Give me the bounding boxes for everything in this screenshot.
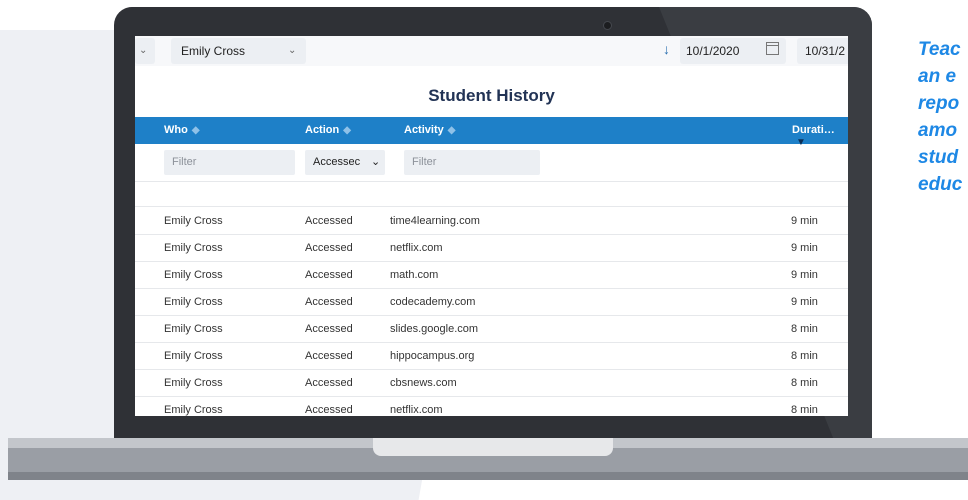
cell-action: Accessed — [305, 404, 353, 416]
table-row[interactable]: Emily Cross Accessed netflix.com 8 min — [135, 396, 848, 416]
cell-duration: 9 min — [791, 215, 818, 227]
cell-action: Accessed — [305, 215, 353, 227]
cell-action: Accessed — [305, 350, 353, 362]
table-row[interactable]: Emily Cross Accessed codecademy.com 9 min — [135, 288, 848, 316]
caption-line: amo — [918, 120, 958, 141]
calendar-icon[interactable] — [766, 42, 779, 55]
column-label: Durati… — [792, 124, 835, 136]
start-date-value: 10/1/2020 — [686, 44, 740, 58]
cell-activity: math.com — [390, 269, 439, 281]
cell-who: Emily Cross — [164, 296, 223, 308]
camera-icon — [603, 21, 612, 30]
filter-placeholder: Filter — [412, 156, 437, 168]
column-label: Activity — [404, 124, 444, 136]
sort-icon: ◆ — [447, 125, 456, 136]
caption-line: stud — [918, 147, 959, 168]
cell-who: Emily Cross — [164, 323, 223, 335]
cell-action: Accessed — [305, 242, 353, 254]
cell-duration: 8 min — [791, 377, 818, 389]
table-header: Who ◆ Action ◆ Activity ◆ Durati…▼ — [135, 117, 848, 148]
caption-line: Teac — [918, 39, 961, 60]
cell-who: Emily Cross — [164, 377, 223, 389]
cell-activity: hippocampus.org — [390, 350, 475, 362]
filter-placeholder: Filter — [172, 156, 197, 168]
column-header-activity[interactable]: Activity ◆ — [404, 124, 455, 136]
caption-line: an e — [918, 66, 957, 87]
laptop-screen: ⌄ Emily Cross ⌄ ↓ 10/1/2020 10/31/2 Stud… — [135, 36, 848, 416]
cell-duration: 8 min — [791, 404, 818, 416]
activity-filter-input[interactable]: Filter — [404, 150, 540, 175]
table-row[interactable]: Emily Cross Accessed cbsnews.com 8 min — [135, 369, 848, 397]
cell-action: Accessed — [305, 377, 353, 389]
caption-line: educ — [918, 174, 963, 195]
cell-activity: slides.google.com — [390, 323, 479, 335]
cell-duration: 9 min — [791, 296, 818, 308]
cell-activity: netflix.com — [390, 242, 443, 254]
side-caption: Teac an e repo amo stud educ — [918, 36, 968, 198]
cell-activity: cbsnews.com — [390, 377, 457, 389]
column-header-who[interactable]: Who ◆ — [164, 124, 200, 136]
table-row[interactable]: Emily Cross Accessed slides.google.com 8 mi… — [135, 315, 848, 343]
student-select-value: Emily Cross — [181, 44, 246, 58]
cell-action: Accessed — [305, 296, 353, 308]
cell-activity: netflix.com — [390, 404, 443, 416]
table-row[interactable]: Emily Cross Accessed hippocampus.org 8 min — [135, 342, 848, 370]
trackpad-notch — [373, 438, 613, 456]
action-filter-value: Accessec — [313, 156, 361, 168]
laptop-base — [8, 438, 968, 480]
table-spacer-row — [135, 181, 848, 207]
page-title: Student History — [428, 86, 555, 105]
caption-line: repo — [918, 93, 960, 114]
sort-icon: ◆ — [343, 125, 351, 136]
cell-who: Emily Cross — [164, 269, 223, 281]
filter-row: Filter Accessec ⌄ Filter — [135, 144, 848, 182]
cell-action: Accessed — [305, 323, 353, 335]
left-select[interactable]: ⌄ — [135, 38, 155, 64]
cell-who: Emily Cross — [164, 242, 223, 254]
student-select[interactable]: Emily Cross ⌄ — [171, 38, 306, 64]
column-header-action[interactable]: Action ◆ — [305, 124, 351, 136]
action-filter-select[interactable]: Accessec ⌄ — [305, 150, 385, 175]
chevron-down-icon: ⌄ — [139, 45, 148, 56]
sort-arrow-icon[interactable]: ↓ — [663, 41, 670, 57]
base-foot — [8, 472, 968, 480]
cell-duration: 8 min — [791, 350, 818, 362]
table-row[interactable]: Emily Cross Accessed math.com 9 min — [135, 261, 848, 289]
column-label: Action — [305, 124, 340, 136]
who-filter-input[interactable]: Filter — [164, 150, 295, 175]
cell-duration: 9 min — [791, 269, 818, 281]
end-date-value: 10/31/2 — [805, 44, 846, 58]
table-row[interactable]: Emily Cross Accessed netflix.com 9 min — [135, 234, 848, 262]
sort-icon: ◆ — [191, 125, 200, 136]
column-label: Who — [164, 124, 188, 136]
toolbar: ⌄ Emily Cross ⌄ ↓ 10/1/2020 10/31/2 — [135, 36, 848, 66]
cell-who: Emily Cross — [164, 215, 223, 227]
cell-who: Emily Cross — [164, 404, 223, 416]
cell-duration: 9 min — [791, 242, 818, 254]
cell-action: Accessed — [305, 269, 353, 281]
cell-duration: 8 min — [791, 323, 818, 335]
cell-who: Emily Cross — [164, 350, 223, 362]
chevron-down-icon: ⌄ — [288, 45, 297, 56]
cell-activity: codecademy.com — [390, 296, 476, 308]
chevron-down-icon: ⌄ — [371, 156, 381, 168]
cell-activity: time4learning.com — [390, 215, 480, 227]
table-row[interactable]: Emily Cross Accessed time4learning.com 9 mi… — [135, 207, 848, 235]
end-date-field[interactable]: 10/31/2 — [797, 38, 848, 64]
